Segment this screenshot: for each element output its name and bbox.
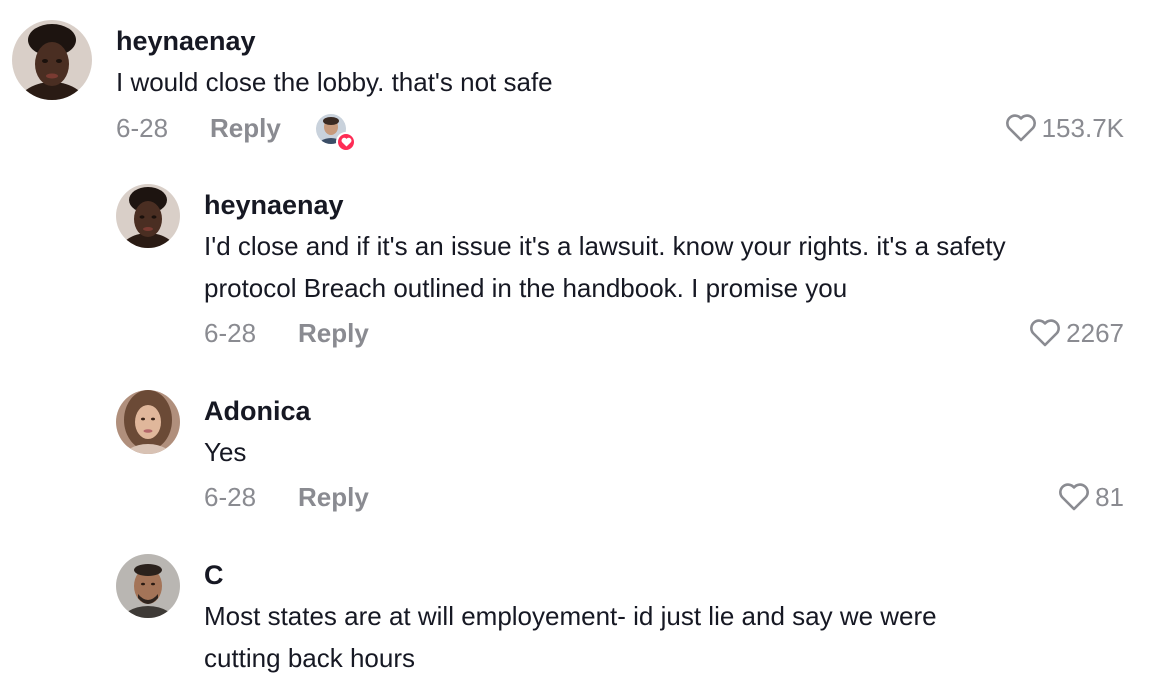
comment-username[interactable]: heynaenay [204, 190, 344, 220]
creator-liked-badge [316, 114, 356, 152]
comment-text: Yes [204, 437, 247, 467]
comment-text: I'd close and if it's an issue it's a la… [204, 231, 1006, 261]
avatar[interactable] [12, 20, 92, 100]
comment-username[interactable]: C [204, 560, 224, 590]
heart-outline-icon [1005, 114, 1036, 142]
comment-thread: heynaenay I would close the lobby. that'… [0, 0, 1158, 680]
comment-username[interactable]: heynaenay [116, 26, 256, 56]
like-count: 153.7K [1041, 112, 1124, 143]
comment-date: 6-28 [204, 318, 257, 348]
reply-button[interactable]: Reply [298, 318, 369, 348]
like-button[interactable]: 81 [1057, 481, 1124, 513]
heart-outline-icon [1059, 483, 1089, 511]
comment-text: cutting back hours [204, 643, 416, 673]
heart-outline-icon [1030, 319, 1061, 347]
comment-text: Most states are at will employement- id … [204, 601, 937, 631]
comment-username[interactable]: Adonica [204, 396, 311, 426]
comment-date: 6-28 [116, 113, 169, 143]
like-button[interactable]: 153.7K [1004, 112, 1124, 144]
like-button[interactable]: 2267 [1028, 317, 1124, 349]
heart-badge-icon [336, 132, 356, 152]
avatar[interactable] [116, 184, 180, 248]
like-count: 81 [1095, 481, 1124, 512]
comment-text: I would close the lobby. that's not safe [116, 67, 553, 97]
comment-date: 6-28 [204, 482, 257, 512]
avatar[interactable] [116, 554, 180, 618]
comment-text: protocol Breach outlined in the handbook… [204, 273, 848, 303]
reply-button[interactable]: Reply [210, 113, 281, 143]
reply-button[interactable]: Reply [298, 482, 369, 512]
avatar[interactable] [116, 390, 180, 454]
like-count: 2267 [1066, 317, 1124, 348]
